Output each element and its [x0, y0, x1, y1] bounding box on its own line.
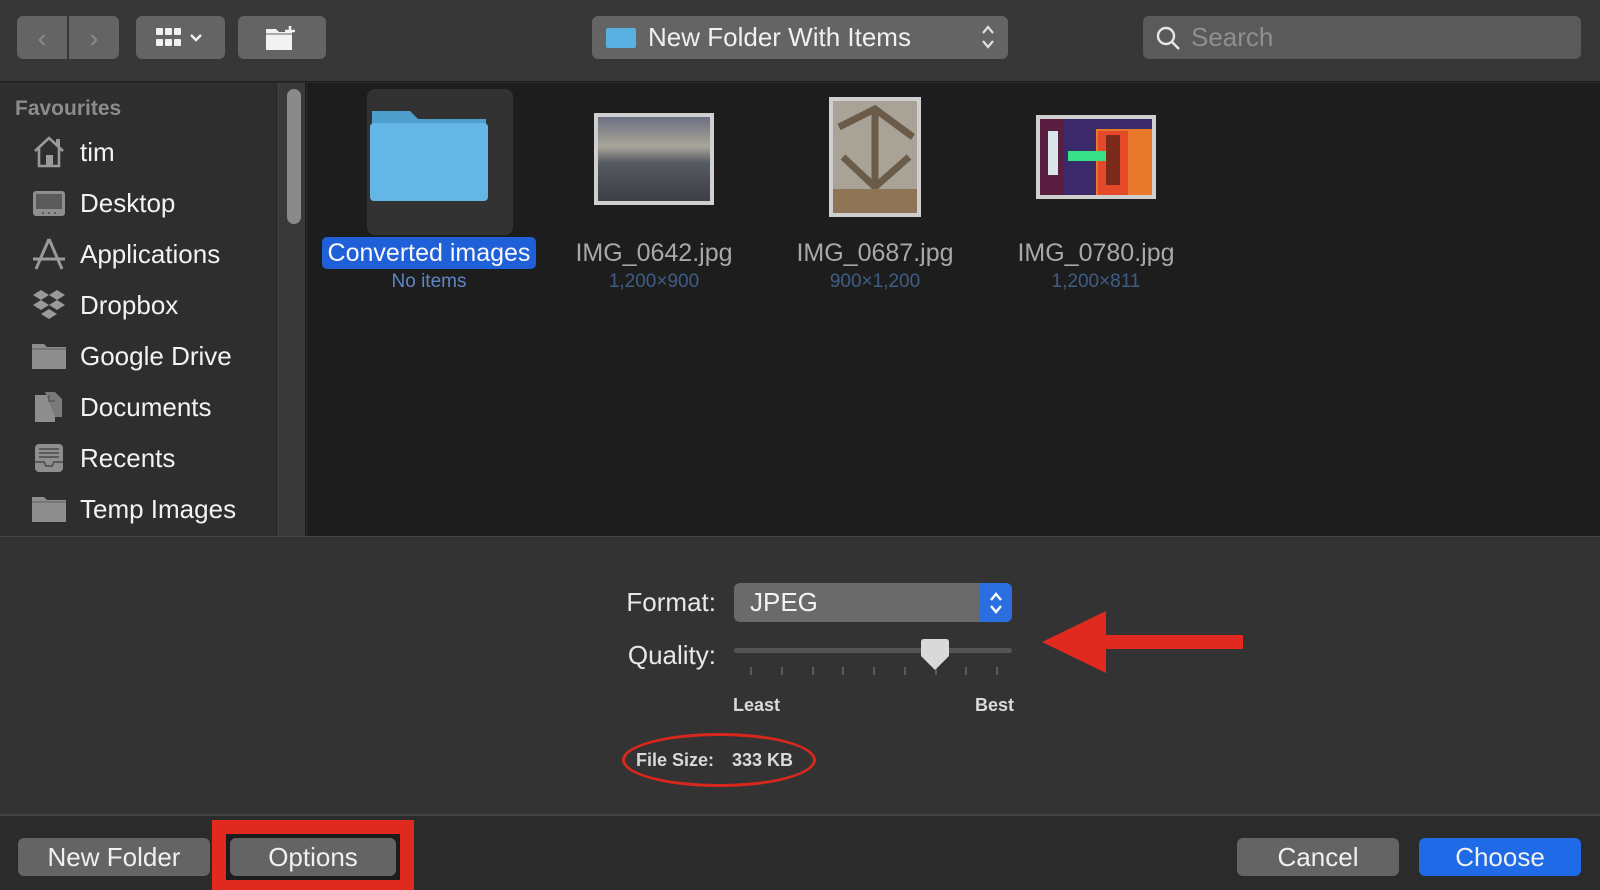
file-meta: No items [391, 271, 467, 292]
search-icon [1156, 26, 1180, 50]
recents-icon [30, 441, 68, 475]
sidebar-item-label: Temp Images [80, 493, 237, 524]
folder-icon [606, 27, 636, 48]
sidebar: Favourites tim Desktop Applications Drop… [0, 83, 278, 536]
file-item-img-0780[interactable]: IMG_0780.jpg 1,200×811 [986, 83, 1206, 303]
file-item-img-0642[interactable]: IMG_0642.jpg 1,200×900 [544, 83, 764, 303]
file-name: IMG_0642.jpg [575, 239, 733, 267]
options-button[interactable]: Options [230, 838, 396, 876]
slider-tick [811, 667, 814, 675]
file-item-img-0687[interactable]: IMG_0687.jpg 900×1,200 [765, 83, 985, 303]
location-label: New Folder With Items [648, 22, 911, 52]
image-thumbnail [1036, 115, 1156, 199]
slider-tick [780, 667, 783, 675]
quality-max-label: Best [975, 695, 1015, 715]
format-stepper[interactable] [980, 583, 1012, 622]
search-field[interactable] [1143, 16, 1581, 59]
folder-icon [30, 339, 68, 373]
dropbox-icon [30, 288, 68, 322]
sidebar-item-applications[interactable]: Applications [30, 234, 220, 274]
chevron-left-icon: ‹ [37, 22, 47, 53]
documents-icon [30, 390, 68, 424]
sidebar-item-desktop[interactable]: Desktop [30, 183, 175, 223]
file-name: IMG_0780.jpg [1017, 239, 1175, 267]
applications-icon [30, 237, 68, 271]
sidebar-item-label: tim [80, 136, 115, 167]
slider-tick [965, 667, 968, 675]
sidebar-item-recents[interactable]: Recents [30, 438, 175, 478]
sidebar-item-dropbox[interactable]: Dropbox [30, 285, 178, 325]
sidebar-item-label: Applications [80, 238, 221, 269]
file-browser: Converted images No items IMG_0642.jpg 1… [307, 83, 1600, 536]
sidebar-item-tim[interactable]: tim [30, 132, 115, 172]
sidebar-item-label: Google Drive [80, 340, 232, 371]
sidebar-item-temp-images[interactable]: Temp Images [30, 489, 236, 529]
sidebar-item-label: Dropbox [80, 289, 179, 320]
cancel-button[interactable]: Cancel [1237, 838, 1399, 876]
view-mode-button[interactable] [136, 16, 225, 59]
sidebar-item-google-drive[interactable]: Google Drive [30, 336, 232, 376]
image-thumbnail [594, 113, 714, 205]
slider-tick [903, 667, 906, 675]
sidebar-item-label: Recents [80, 442, 176, 473]
new-folder-toolbar-button[interactable] [238, 16, 326, 59]
sidebar-section-favourites: Favourites [15, 97, 122, 120]
file-name: Converted images [319, 237, 539, 269]
home-icon [30, 135, 68, 169]
quality-slider[interactable] [734, 639, 1012, 679]
folder-icon [30, 492, 68, 526]
choose-button[interactable]: Choose [1419, 838, 1581, 876]
scrollbar-thumb[interactable] [287, 89, 301, 224]
new-folder-button[interactable]: New Folder [18, 838, 210, 876]
slider-track[interactable] [734, 648, 1012, 653]
options-panel: Format: JPEG Quality: Least Best File Si… [0, 536, 1600, 814]
image-thumbnail [829, 97, 921, 217]
slider-tick [842, 667, 845, 675]
quality-label: Quality: [627, 640, 716, 670]
format-select[interactable]: JPEG [734, 583, 1012, 622]
file-item-converted-images[interactable]: Converted images No items [319, 83, 539, 303]
slider-thumb[interactable] [920, 638, 950, 672]
up-down-chevron-icon [982, 25, 994, 49]
sidebar-scrollbar[interactable] [278, 83, 306, 536]
forward-button[interactable]: › [69, 16, 119, 59]
search-input[interactable] [1191, 22, 1571, 53]
sidebar-item-label: Desktop [80, 187, 176, 218]
format-label: Format: [626, 587, 716, 617]
file-meta: 1,200×900 [608, 271, 700, 292]
grid-view-icon [155, 27, 202, 46]
folder-icon [370, 111, 488, 201]
sidebar-item-documents[interactable]: Documents [30, 387, 212, 427]
bottom-bar: New Folder Options Cancel Choose [0, 814, 1600, 890]
location-popup[interactable]: New Folder With Items [592, 16, 1008, 59]
file-name: IMG_0687.jpg [796, 239, 954, 267]
format-value: JPEG [750, 587, 818, 617]
annotation-arrow-icon [1042, 611, 1243, 673]
file-meta: 1,200×811 [1051, 271, 1141, 292]
slider-tick [873, 667, 875, 675]
up-down-chevron-icon [990, 591, 1002, 614]
sidebar-item-label: Documents [80, 391, 212, 422]
slider-tick [996, 667, 998, 675]
file-meta: 900×1,200 [829, 271, 921, 292]
desktop-icon [30, 186, 68, 220]
annotation-circle [622, 733, 816, 787]
toolbar: ‹ › New Folder With Items [0, 0, 1600, 82]
slider-tick [750, 667, 752, 675]
new-folder-icon [266, 25, 295, 50]
quality-min-label: Least [733, 695, 781, 715]
back-button[interactable]: ‹ [17, 16, 67, 59]
chevron-right-icon: › [89, 22, 99, 53]
